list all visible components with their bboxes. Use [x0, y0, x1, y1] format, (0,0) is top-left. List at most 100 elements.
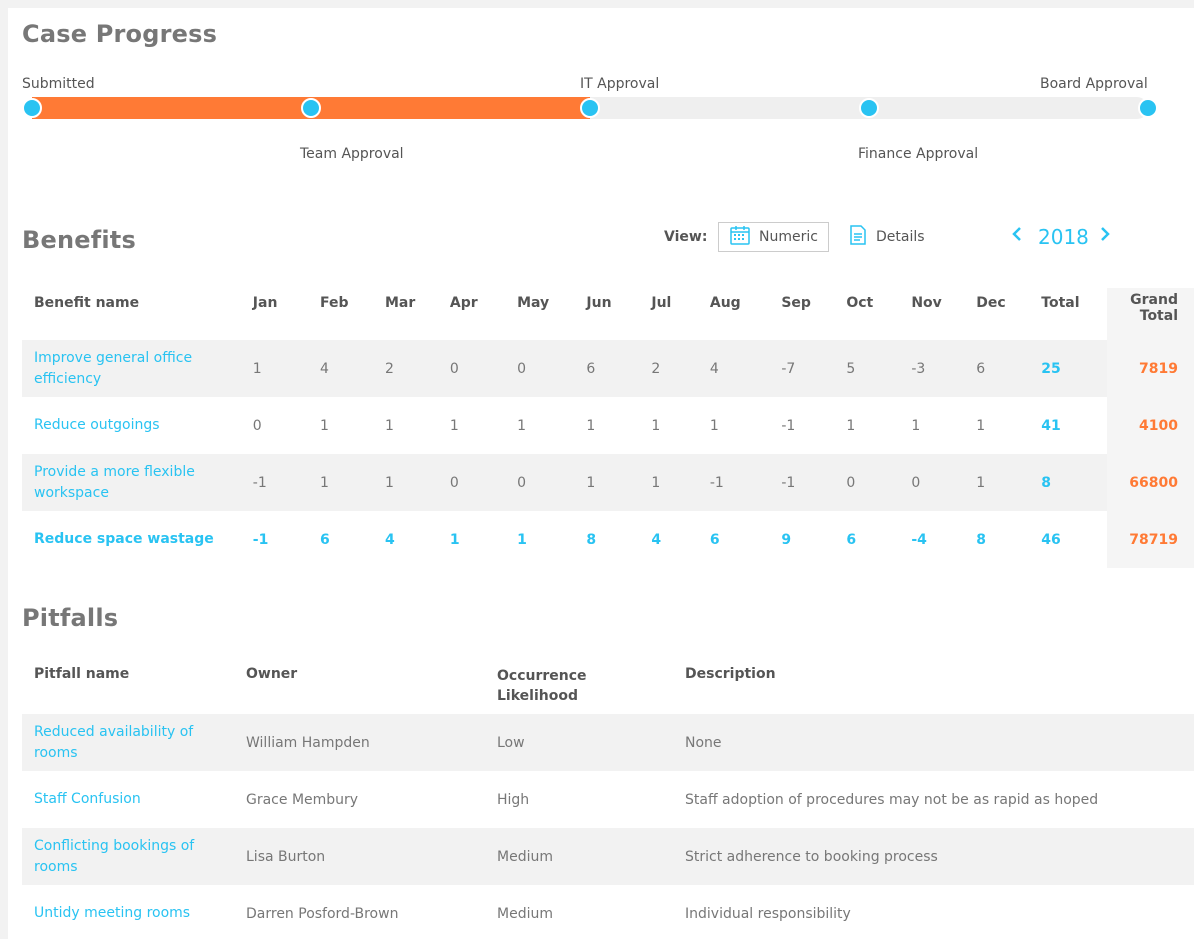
stage-label-board-approval: Board Approval — [1040, 76, 1148, 92]
col-pitfall-name[interactable]: Pitfall name — [22, 660, 234, 714]
col-apr: Apr — [449, 295, 478, 311]
pitfall-name-link[interactable]: Reduced availability of rooms — [22, 714, 234, 771]
col-jul: Jul — [651, 295, 672, 311]
benefit-month-value: 1 — [709, 417, 719, 434]
chevron-left-icon — [1010, 225, 1024, 249]
col-may: May — [517, 295, 550, 311]
benefit-month-value: 6 — [846, 531, 857, 548]
col-description[interactable]: Description — [673, 660, 1194, 714]
pitfall-name-link[interactable]: Conflicting bookings of rooms — [22, 828, 234, 885]
document-icon — [848, 224, 868, 250]
pitfall-row: Untidy meeting rooms Darren Posford-Brown… — [22, 885, 1194, 939]
col-owner[interactable]: Owner — [234, 660, 485, 714]
stage-dot-team-approval[interactable] — [301, 98, 321, 118]
likelihood-header-line1: Occurrence — [497, 668, 587, 684]
pitfall-name-line2: rooms — [34, 744, 78, 761]
benefit-month-value: 1 — [651, 417, 661, 434]
benefit-name-link[interactable]: Improve general office efficiency — [22, 340, 241, 397]
pitfall-name-line1: Reduced availability of — [34, 723, 194, 740]
pitfall-name-line1: Untidy meeting rooms — [34, 905, 191, 921]
col-benefit-name[interactable]: Benefit name — [22, 288, 241, 340]
benefit-month-value: 1 — [911, 417, 921, 434]
view-numeric-button[interactable]: Numeric — [718, 222, 829, 252]
pitfall-name-link[interactable]: Untidy meeting rooms — [22, 885, 234, 939]
benefit-total: 46 — [1041, 531, 1061, 548]
pitfall-likelihood: Medium — [497, 848, 553, 865]
benefit-month-value: -1 — [781, 474, 796, 491]
benefit-month-value: -1 — [252, 474, 267, 491]
view-details-button[interactable]: Details — [838, 222, 935, 252]
benefit-month-value: 4 — [319, 360, 329, 377]
benefit-name-link[interactable]: Reduce outgoings — [22, 397, 241, 454]
benefit-month-value: 9 — [781, 531, 792, 548]
pitfall-description: Individual responsibility — [685, 905, 851, 922]
benefits-table: Benefit name Jan Feb Mar Apr May Jun Jul… — [22, 288, 1194, 568]
benefit-name-link[interactable]: Provide a more flexible workspace — [22, 454, 241, 511]
pitfalls-table: Pitfall name Owner Occurrence Likelihood… — [22, 660, 1194, 939]
benefit-row: Reduce outgoings 0 1 1 1 1 1 1 1 -1 1 1 1 41 4100 — [22, 397, 1194, 454]
grand-total-header-line1: Grand — [1130, 292, 1178, 308]
col-occurrence-likelihood[interactable]: Occurrence Likelihood — [485, 660, 673, 714]
benefit-name-line1: Provide a more flexible — [34, 463, 195, 480]
benefit-month-value: 1 — [319, 417, 329, 434]
benefit-row: Reduce space wastage -1 6 4 1 1 8 4 6 9 6 -4 8 46 7871… — [22, 511, 1194, 568]
benefit-month-value: 0 — [517, 360, 526, 377]
pitfall-likelihood: High — [497, 791, 530, 808]
pitfall-name-line1: Staff Confusion — [34, 791, 141, 807]
benefit-month-value: -1 — [709, 474, 724, 491]
view-numeric-label: Numeric — [759, 229, 818, 245]
benefit-month-value: 0 — [517, 474, 526, 491]
stage-dot-submitted[interactable] — [22, 98, 42, 118]
benefit-month-value: 0 — [449, 474, 459, 491]
prev-year-button[interactable] — [1010, 224, 1024, 249]
col-sep: Sep — [781, 295, 811, 311]
col-dec: Dec — [976, 295, 1006, 311]
benefit-row: Improve general office efficiency 1 4 2 0 0 6 2 4… — [22, 340, 1194, 397]
benefit-month-value: 4 — [384, 531, 395, 548]
benefit-grand-total: 4100 — [1107, 397, 1194, 454]
pitfall-name-line1: Conflicting bookings of — [34, 837, 195, 854]
stage-label-it-approval: IT Approval — [580, 76, 660, 92]
pitfall-name-link[interactable]: Staff Confusion — [22, 771, 234, 828]
benefit-name-link[interactable]: Reduce space wastage — [22, 511, 241, 568]
benefit-month-value: 1 — [384, 474, 394, 491]
next-year-button[interactable] — [1098, 224, 1112, 249]
col-mar: Mar — [384, 295, 416, 311]
col-oct: Oct — [846, 295, 874, 311]
col-feb: Feb — [319, 295, 349, 311]
benefit-month-value: 6 — [586, 360, 596, 377]
benefit-month-value: 1 — [517, 417, 526, 434]
benefit-month-value: 1 — [976, 474, 986, 491]
benefit-month-value: 1 — [976, 417, 986, 434]
benefit-month-value: 5 — [846, 360, 856, 377]
benefit-total: 25 — [1041, 360, 1061, 377]
year-label: 2018 — [1038, 225, 1089, 249]
benefit-name-line1: Reduce space wastage — [34, 531, 214, 547]
benefit-month-value: 4 — [651, 531, 662, 548]
stage-dot-finance-approval[interactable] — [859, 98, 879, 118]
stage-dot-board-approval[interactable] — [1138, 98, 1158, 118]
benefit-name-line1: Reduce outgoings — [34, 417, 160, 433]
pitfall-owner: Darren Posford-Brown — [246, 905, 399, 922]
stage-label-team-approval: Team Approval — [300, 146, 404, 162]
benefit-month-value: -7 — [781, 360, 796, 377]
benefit-month-value: 1 — [319, 474, 329, 491]
benefit-total: 8 — [1041, 474, 1052, 491]
stage-label-submitted: Submitted — [22, 76, 95, 92]
view-label: View: — [664, 229, 708, 245]
col-jun: Jun — [586, 295, 612, 311]
col-jan: Jan — [252, 295, 278, 311]
pitfall-owner: Lisa Burton — [246, 848, 326, 865]
pitfall-description: Staff adoption of procedures may not be … — [685, 791, 1099, 808]
stage-dot-it-approval[interactable] — [580, 98, 600, 118]
benefits-title: Benefits — [22, 226, 136, 254]
benefit-month-value: -4 — [911, 531, 927, 548]
chevron-right-icon — [1098, 225, 1112, 249]
benefit-name-line2: efficiency — [34, 370, 102, 387]
benefit-month-value: -1 — [252, 531, 269, 548]
benefit-month-value: 1 — [449, 531, 460, 548]
benefit-month-value: 2 — [384, 360, 394, 377]
benefit-total: 41 — [1041, 417, 1061, 434]
col-aug: Aug — [709, 295, 741, 311]
benefit-grand-total: 7819 — [1107, 340, 1194, 397]
